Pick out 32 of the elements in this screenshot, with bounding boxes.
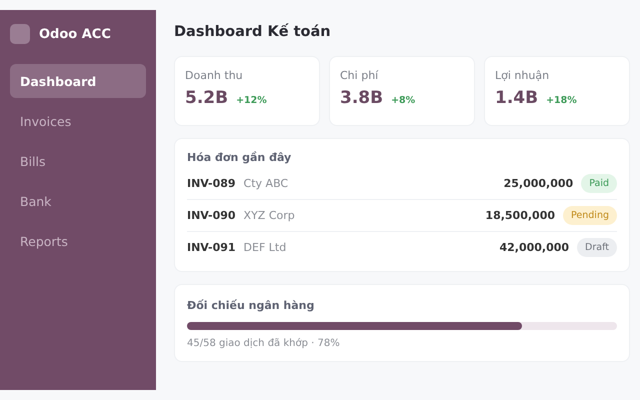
customer-name: XYZ Corp	[244, 209, 296, 222]
customer-name: Cty ABC	[244, 177, 290, 190]
logo-icon	[10, 24, 30, 44]
page-title: Dashboard Kế toán	[174, 24, 332, 40]
sidebar-item[interactable]: Invoices	[10, 104, 146, 138]
kpi-label: Chi phí	[340, 69, 380, 82]
invoice-amount: 18,500,000	[485, 209, 556, 222]
card-title: Hóa đơn gần đây	[187, 151, 292, 164]
kpi-value: 1.4B	[495, 88, 538, 108]
invoice-number: INV-091	[187, 241, 236, 254]
sidebar-item[interactable]: Bills	[10, 144, 146, 178]
kpi-change: +12%	[236, 95, 267, 106]
status-badge: Paid	[581, 174, 617, 193]
invoice-number: INV-090	[187, 209, 236, 222]
kpi-value: 3.8B	[340, 88, 384, 108]
kpi-change: +8%	[391, 95, 416, 106]
invoice-amount: 42,000,000	[499, 241, 570, 254]
status-badge: Draft	[577, 238, 617, 257]
customer-name: DEF Ltd	[244, 241, 288, 254]
kpi-value: 5.2B	[185, 88, 228, 108]
status-badge: Pending	[563, 206, 617, 225]
sidebar-item[interactable]: Reports	[10, 224, 146, 258]
kpi-label: Doanh thu	[185, 69, 244, 82]
invoice-number: INV-089	[187, 177, 236, 190]
sidebar-item[interactable]: Bank	[10, 184, 146, 218]
invoice-amount: 25,000,000	[504, 177, 574, 190]
progress-caption: 45/58 giao dịch đã khớp · 78%	[187, 338, 341, 349]
kpi-label: Lợi nhuận	[495, 69, 550, 82]
sidebar-item[interactable]: Dashboard	[10, 64, 146, 98]
kpi-change: +18%	[546, 95, 577, 106]
brand-name: Odoo ACC	[39, 26, 111, 42]
card-title: Đối chiếu ngân hàng	[187, 299, 316, 312]
